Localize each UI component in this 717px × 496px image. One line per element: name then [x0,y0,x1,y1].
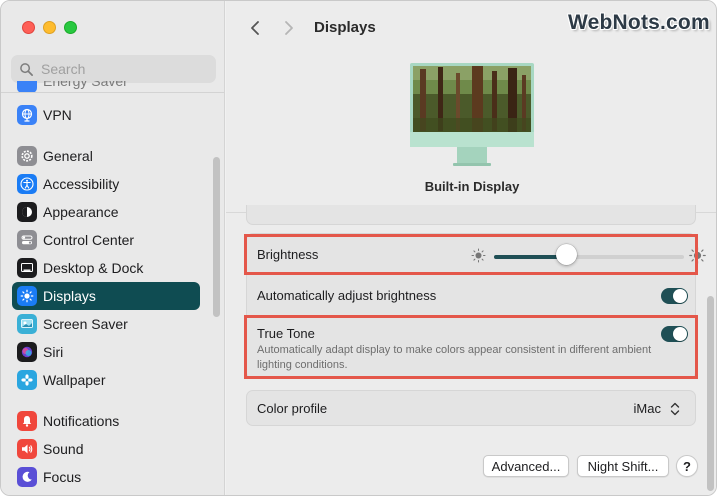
display-preview-image[interactable] [410,63,534,167]
brightness-highlight [244,234,698,275]
color-profile-value[interactable]: iMac [634,401,661,416]
back-button[interactable] [244,17,266,39]
help-button[interactable]: ? [676,455,698,477]
sidebar-item-control-center[interactable]: Control Center [12,226,200,254]
sidebar-divider [1,92,224,93]
siri-icon [17,342,37,362]
sidebar-item-label: VPN [43,107,72,123]
sidebar-item-label: Screen Saver [43,316,128,332]
sidebar-scrollbar[interactable] [213,157,220,317]
accessibility-icon [17,174,37,194]
auto-brightness-label: Automatically adjust brightness [257,288,437,303]
auto-brightness-row: Automatically adjust brightness [247,275,697,315]
sun-icon [17,286,37,306]
sidebar-item-label: Desktop & Dock [43,260,144,276]
globe-icon [17,105,37,125]
sidebar-item-label: Notifications [43,413,120,429]
sidebar-item-sound[interactable]: Sound [12,435,200,463]
color-profile-card: Color profile iMac [246,390,696,426]
speaker-icon [17,439,37,459]
zoom-window-button[interactable] [64,21,77,34]
sidebar: Energy Saver VPN General Accessibility [1,1,225,495]
main-pane: Displays WebNots.com Built-in Display Br… [226,1,716,495]
sidebar-item-screen-saver[interactable]: Screen Saver [12,310,200,338]
sidebar-item-label: Control Center [43,232,135,248]
true-tone-highlight [244,315,698,379]
search-input[interactable] [41,61,211,77]
bell-icon [17,411,37,431]
search-icon [20,62,33,76]
sidebar-item-accessibility[interactable]: Accessibility [12,170,200,198]
appearance-icon [17,202,37,222]
sidebar-item-displays[interactable]: Displays [12,282,200,310]
sidebar-item-general[interactable]: General [12,142,200,170]
sidebar-item-vpn[interactable]: VPN [12,101,200,129]
moon-icon [17,467,37,487]
display-name: Built-in Display [424,179,520,194]
sidebar-item-label: Wallpaper [43,372,106,388]
sidebar-item-siri[interactable]: Siri [12,338,200,366]
screen-saver-icon [17,314,37,334]
sidebar-item-wallpaper[interactable]: Wallpaper [12,366,200,394]
forward-button[interactable] [278,17,300,39]
sidebar-item-notifications[interactable]: Notifications [12,407,200,435]
main-scrollbar[interactable] [707,296,714,491]
dock-icon [17,258,37,278]
auto-brightness-toggle[interactable] [661,288,688,304]
sidebar-item-label: General [43,148,93,164]
sidebar-item-appearance[interactable]: Appearance [12,198,200,226]
settings-window: Energy Saver VPN General Accessibility [0,0,717,496]
color-profile-label: Color profile [257,401,328,416]
search-field[interactable] [11,55,216,83]
sidebar-item-label: Accessibility [43,176,120,192]
sidebar-item-label: Energy Saver [43,81,128,89]
watermark: WebNots.com [568,11,710,34]
window-controls [22,21,77,34]
sidebar-item-label: Appearance [43,204,119,220]
sidebar-item-label: Focus [43,469,82,485]
up-down-chevron-icon[interactable] [668,401,682,417]
card-partial [246,205,696,225]
control-center-icon [17,230,37,250]
sidebar-item-focus[interactable]: Focus [12,463,200,491]
close-window-button[interactable] [22,21,35,34]
minimize-window-button[interactable] [43,21,56,34]
sidebar-item-desktop-dock[interactable]: Desktop & Dock [12,254,200,282]
night-shift-button[interactable]: Night Shift... [577,455,669,477]
sidebar-item-label: Sound [43,441,84,457]
gear-icon [17,146,37,166]
chevron-right-icon [285,21,293,35]
sidebar-item-label: Displays [43,288,96,304]
sidebar-item-label: Siri [43,344,64,360]
page-title: Displays [314,19,376,36]
chevron-left-icon [251,21,259,35]
flower-icon [17,370,37,390]
advanced-button[interactable]: Advanced... [483,455,569,477]
